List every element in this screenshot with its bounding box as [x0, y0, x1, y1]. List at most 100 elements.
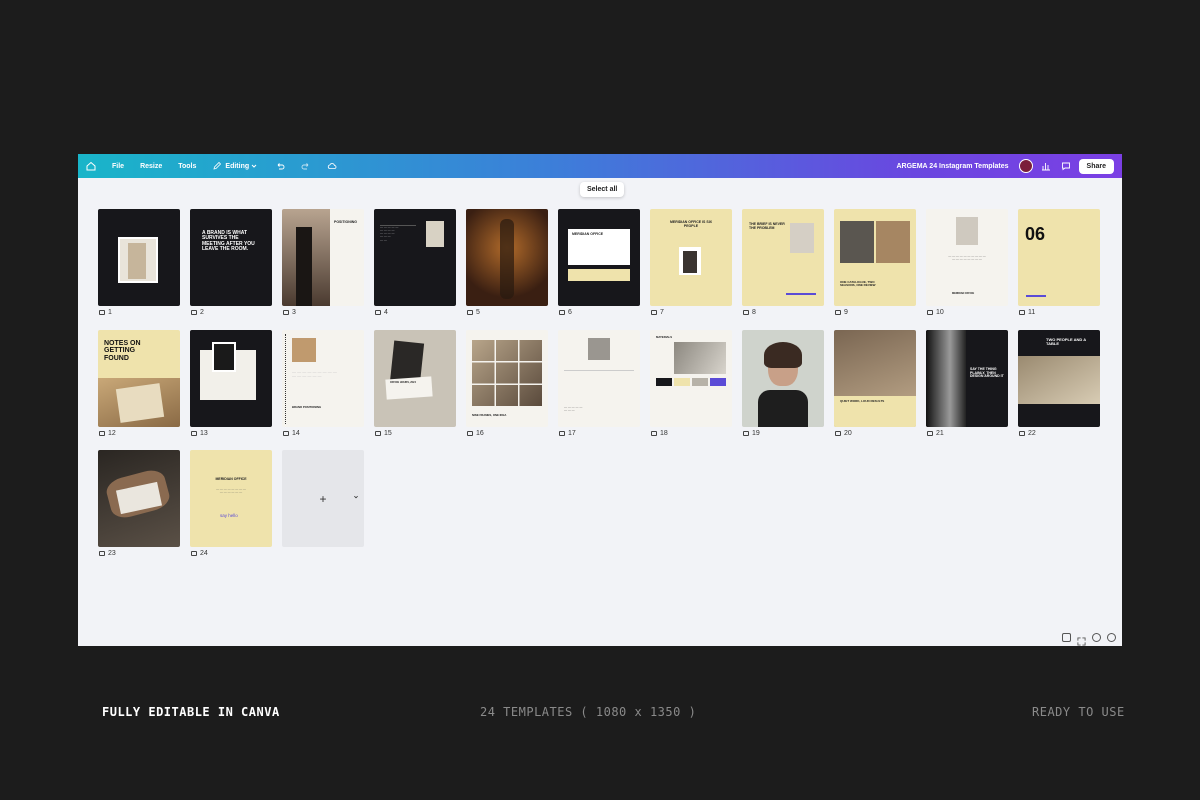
- page-body-text: — — — — — — — — — — — — — — —: [292, 369, 337, 379]
- add-page-button[interactable]: +: [282, 450, 364, 547]
- footer-right-caption: READY TO USE: [1032, 705, 1125, 719]
- page-divider: [564, 370, 634, 371]
- page-number-label: 18: [651, 430, 668, 437]
- page-photo: [790, 223, 814, 253]
- page-number-label: 2: [191, 309, 204, 316]
- folder-icon: [835, 431, 841, 436]
- folder-icon: [467, 310, 473, 315]
- page-number-label: 9: [835, 309, 848, 316]
- page-number-label: 4: [375, 309, 388, 316]
- folder-icon: [651, 310, 657, 315]
- page-number-label: 8: [743, 309, 756, 316]
- page-card-bar: [568, 269, 630, 281]
- page-thumbnail-11[interactable]: 06: [1018, 209, 1100, 306]
- page-thumbnail-15[interactable]: OFFICE HOURS, 2024: [374, 330, 456, 427]
- folder-icon: [283, 431, 289, 436]
- page-number-label: 19: [743, 430, 760, 437]
- page-photo-hair: [764, 342, 802, 368]
- page-thumbnail-9[interactable]: ONE CATALOGUE, TWO SEASONS, ONE REVIEW: [834, 209, 916, 306]
- page-photo-figure: [500, 219, 514, 299]
- grid-view-icon[interactable]: [1062, 633, 1071, 642]
- page-spiral: [285, 334, 287, 424]
- page-subtext: say hello: [220, 513, 238, 518]
- cloud-save-status[interactable]: [327, 161, 337, 171]
- page-thumbnail-19[interactable]: [742, 330, 824, 427]
- comment-icon[interactable]: [1061, 161, 1071, 171]
- editing-mode-button[interactable]: Editing: [212, 161, 259, 171]
- home-icon: [86, 161, 96, 171]
- page-body-text: — — — — — — — — — — — — — — — — — —: [948, 254, 986, 262]
- page-thumbnail-2[interactable]: A BRAND IS WHAT SURVIVES THE MEETING AFT…: [190, 209, 272, 306]
- page-thumbnail-22[interactable]: TWO PEOPLE AND A TABLE: [1018, 330, 1100, 427]
- page-thumbnail-10[interactable]: — — — — — — — — — — — — — — — — — — MERID…: [926, 209, 1008, 306]
- footer-center-caption: 24 TEMPLATES ( 1080 x 1350 ): [480, 705, 697, 719]
- page-text: MERIDIAN OFFICE: [572, 232, 604, 236]
- swatch-cream: [674, 378, 690, 386]
- page-number-label: 21: [927, 430, 944, 437]
- page-number-label: 23: [99, 550, 116, 557]
- page-text: POSITIONING: [334, 220, 357, 224]
- folder-icon: [1019, 431, 1025, 436]
- page-thumbnail-16[interactable]: NINE FRAMES, ONE IDEA: [466, 330, 548, 427]
- tools-menu[interactable]: Tools: [178, 163, 196, 170]
- page-thumbnail-14[interactable]: — — — — — — — — — — — — — — — BRAND POSIT…: [282, 330, 364, 427]
- folder-icon: [651, 431, 657, 436]
- folder-icon: [559, 310, 565, 315]
- chevron-down-icon[interactable]: [352, 493, 360, 501]
- page-thumbnail-24[interactable]: MERIDIAN OFFICE — — — — — — — — — — — — —…: [190, 450, 272, 547]
- expand-icon[interactable]: [1077, 633, 1086, 646]
- page-thumbnail-5[interactable]: [466, 209, 548, 306]
- page-number-label: 15: [375, 430, 392, 437]
- page-photo-figure: [683, 251, 697, 273]
- page-thumbnail-17[interactable]: — — — — — — — —: [558, 330, 640, 427]
- page-text: MERIDIAN OFFICE: [215, 477, 247, 481]
- page-number-label: 22: [1019, 430, 1036, 437]
- home-button[interactable]: [86, 161, 96, 171]
- folder-icon: [927, 310, 933, 315]
- redo-button[interactable]: [301, 161, 311, 171]
- folder-icon: [927, 431, 933, 436]
- page-thumbnail-23[interactable]: [98, 450, 180, 547]
- page-number-label: 24: [191, 550, 208, 557]
- undo-button[interactable]: [275, 161, 285, 171]
- select-all-button[interactable]: Select all: [580, 182, 625, 197]
- page-card: [385, 376, 433, 400]
- folder-icon: [375, 431, 381, 436]
- document-title[interactable]: ARGEMA 24 Instagram Templates: [897, 163, 1009, 170]
- page-thumbnail-18[interactable]: MATERIALS: [650, 330, 732, 427]
- folder-icon: [467, 431, 473, 436]
- page-text-list: — — — — — — — — — — — — — — — — — —: [380, 225, 416, 261]
- resize-menu[interactable]: Resize: [140, 163, 162, 170]
- folder-icon: [559, 431, 565, 436]
- page-photo: [588, 338, 610, 360]
- page-thumbnail-12[interactable]: NOTES ON GETTING FOUND: [98, 330, 180, 427]
- check-icon[interactable]: [1092, 633, 1101, 642]
- page-thumbnail-13[interactable]: [190, 330, 272, 427]
- page-number-label: 10: [927, 309, 944, 316]
- help-icon[interactable]: [1107, 633, 1116, 642]
- page-photo-figure: [128, 243, 146, 279]
- page-thumbnail-6[interactable]: MERIDIAN OFFICE: [558, 209, 640, 306]
- analytics-icon[interactable]: [1041, 161, 1051, 171]
- page-thumbnail-20[interactable]: QUIET WORK, LOUD RESULTS: [834, 330, 916, 427]
- page-thumbnail-1[interactable]: [98, 209, 180, 306]
- share-button[interactable]: Share: [1078, 158, 1114, 174]
- swatch-black: [656, 378, 672, 386]
- page-photo-grid: [472, 340, 542, 406]
- page-accent-line: [1026, 295, 1046, 297]
- page-photo: [426, 221, 444, 247]
- page-thumbnail-3[interactable]: POSITIONING: [282, 209, 364, 306]
- folder-icon: [835, 310, 841, 315]
- page-text: TWO PEOPLE AND A TABLE: [1046, 337, 1086, 347]
- page-thumbnail-21[interactable]: SAY THE THING PLAINLY, THEN DESIGN AROUN…: [926, 330, 1008, 427]
- pencil-icon: [213, 161, 222, 170]
- chevron-down-icon: [251, 164, 257, 168]
- page-text: SAY THE THING PLAINLY, THEN DESIGN AROUN…: [970, 367, 1004, 379]
- page-text: MERIDIAN OFFICE: [952, 292, 975, 295]
- folder-icon: [99, 551, 105, 556]
- avatar[interactable]: [1018, 159, 1033, 173]
- page-thumbnail-8[interactable]: THE BRIEF IS NEVER THE PROBLEM: [742, 209, 824, 306]
- page-thumbnail-7[interactable]: MERIDIAN OFFICE IS SIX PEOPLE: [650, 209, 732, 306]
- page-thumbnail-4[interactable]: — — — — — — — — — — — — — — — — — —: [374, 209, 456, 306]
- file-menu[interactable]: File: [112, 163, 124, 170]
